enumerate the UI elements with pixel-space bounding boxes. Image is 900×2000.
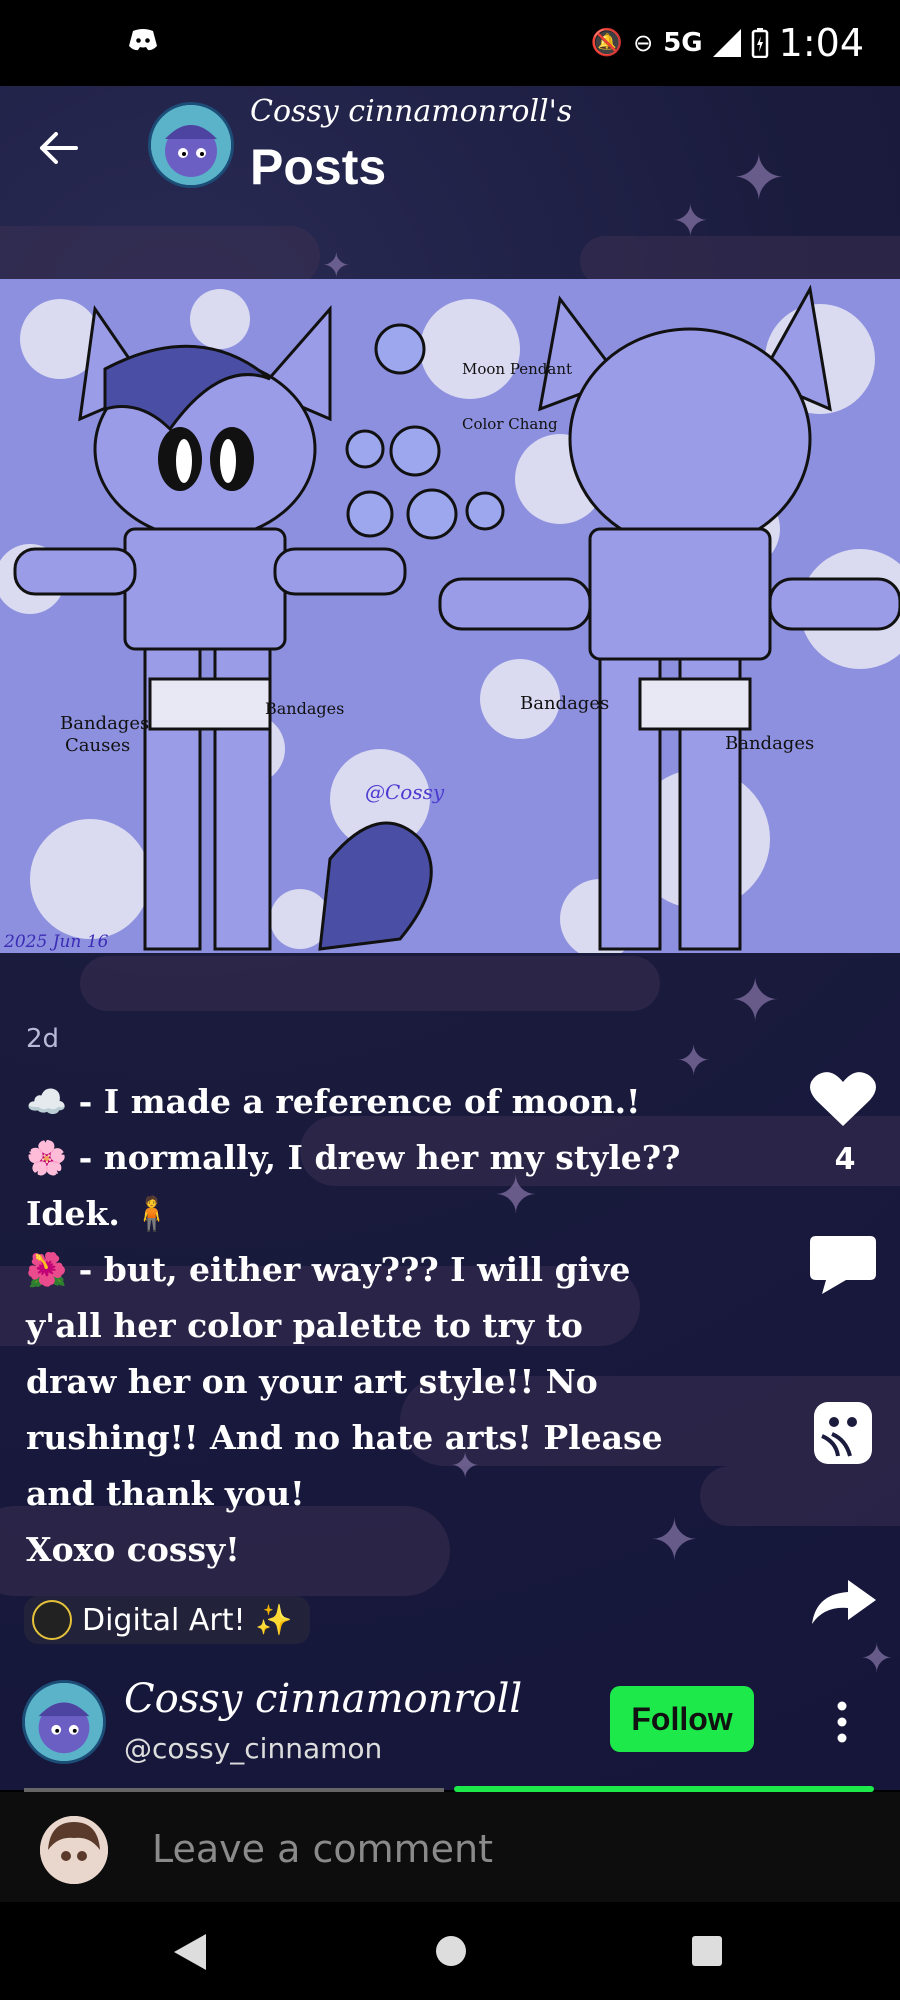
comment-bubble-icon[interactable] bbox=[808, 1234, 878, 1296]
art-signature: @Cossy bbox=[365, 780, 445, 804]
character-reference-drawing: Moon Pendant Color Chang Bandages Causes… bbox=[0, 279, 900, 953]
art-note-bandages-4: Bandages bbox=[725, 733, 814, 754]
system-nav-bar bbox=[0, 1902, 900, 2000]
dnd-icon: ⊖ bbox=[633, 29, 654, 57]
nav-home-icon[interactable] bbox=[434, 1934, 468, 1968]
header-title: Posts bbox=[250, 139, 387, 195]
post-age: 2d bbox=[26, 1024, 60, 1054]
status-bar: 🔕 ⊖ 5G 1:04 bbox=[0, 0, 900, 86]
discord-icon bbox=[129, 29, 157, 51]
author-name[interactable]: Cossy cinnamonroll bbox=[124, 1676, 522, 1722]
mute-icon: 🔕 bbox=[590, 28, 624, 58]
follow-button[interactable]: Follow bbox=[610, 1686, 754, 1752]
more-options-icon[interactable] bbox=[830, 1700, 854, 1744]
comment-input[interactable] bbox=[150, 1826, 854, 1872]
header-subtitle: Cossy cinnamonroll's bbox=[250, 94, 573, 129]
art-note-bandages-3: Bandages bbox=[520, 693, 609, 714]
network-label: 5G bbox=[663, 28, 703, 58]
share-arrow-icon[interactable] bbox=[808, 1578, 878, 1626]
caption-line: ☁️ - I made a reference of moon.! bbox=[26, 1082, 641, 1121]
svg-text:Causes: Causes bbox=[65, 735, 130, 756]
community-tag[interactable]: Digital Art! ✨ bbox=[24, 1596, 311, 1644]
tag-palette-icon bbox=[32, 1600, 72, 1640]
nav-back-icon[interactable] bbox=[172, 1932, 208, 1972]
status-indicators: 🔕 ⊖ 5G 1:04 bbox=[591, 18, 864, 68]
like-count: 4 bbox=[834, 1142, 856, 1177]
author-row: Cossy cinnamonroll @cossy_cinnamon Follo… bbox=[0, 1672, 900, 1772]
author-handle: @cossy_cinnamon bbox=[124, 1732, 383, 1765]
caption-line: Idek. 🧍 bbox=[26, 1194, 173, 1233]
caption-line: 🌺 - but, either way??? I will give bbox=[26, 1250, 631, 1289]
author-avatar[interactable] bbox=[22, 1680, 106, 1764]
user-avatar[interactable] bbox=[40, 1816, 108, 1884]
user-avatar-icon bbox=[40, 1816, 108, 1884]
art-note-moon: Moon Pendant bbox=[462, 360, 572, 378]
caption-line: draw her on your art style!! No bbox=[26, 1362, 598, 1401]
like-heart-icon[interactable] bbox=[808, 1070, 878, 1128]
art-note-bandages-2: Bandages bbox=[265, 699, 344, 718]
post-caption: ☁️ - I made a reference of moon.! 🌸 - no… bbox=[26, 1074, 786, 1578]
remix-icon[interactable] bbox=[808, 1400, 878, 1466]
comment-bar bbox=[0, 1792, 900, 1902]
art-date: 2025 Jun 16 bbox=[3, 932, 109, 952]
nav-recents-icon[interactable] bbox=[690, 1934, 724, 1968]
caption-line: rushing!! And no hate arts! Please bbox=[26, 1418, 663, 1457]
avatar-character-icon bbox=[25, 1683, 103, 1761]
status-time: 1:04 bbox=[778, 21, 864, 65]
post-artwork[interactable]: Moon Pendant Color Chang Bandages Causes… bbox=[0, 279, 900, 953]
caption-line: Xoxo cossy! bbox=[26, 1530, 240, 1569]
art-note-color: Color Chang bbox=[462, 415, 558, 433]
caption-line: 🌸 - normally, I drew her my style?? bbox=[26, 1138, 681, 1177]
signal-icon bbox=[712, 29, 741, 57]
tag-label: Digital Art! ✨ bbox=[82, 1602, 293, 1638]
caption-line: and thank you! bbox=[26, 1474, 305, 1513]
avatar-character-icon bbox=[151, 105, 231, 185]
back-arrow-icon[interactable] bbox=[36, 126, 80, 170]
header-avatar[interactable] bbox=[148, 102, 234, 188]
battery-icon bbox=[751, 28, 768, 58]
art-note-bandages-1: Bandages bbox=[60, 713, 149, 734]
caption-line: y'all her color palette to try to bbox=[26, 1306, 583, 1345]
